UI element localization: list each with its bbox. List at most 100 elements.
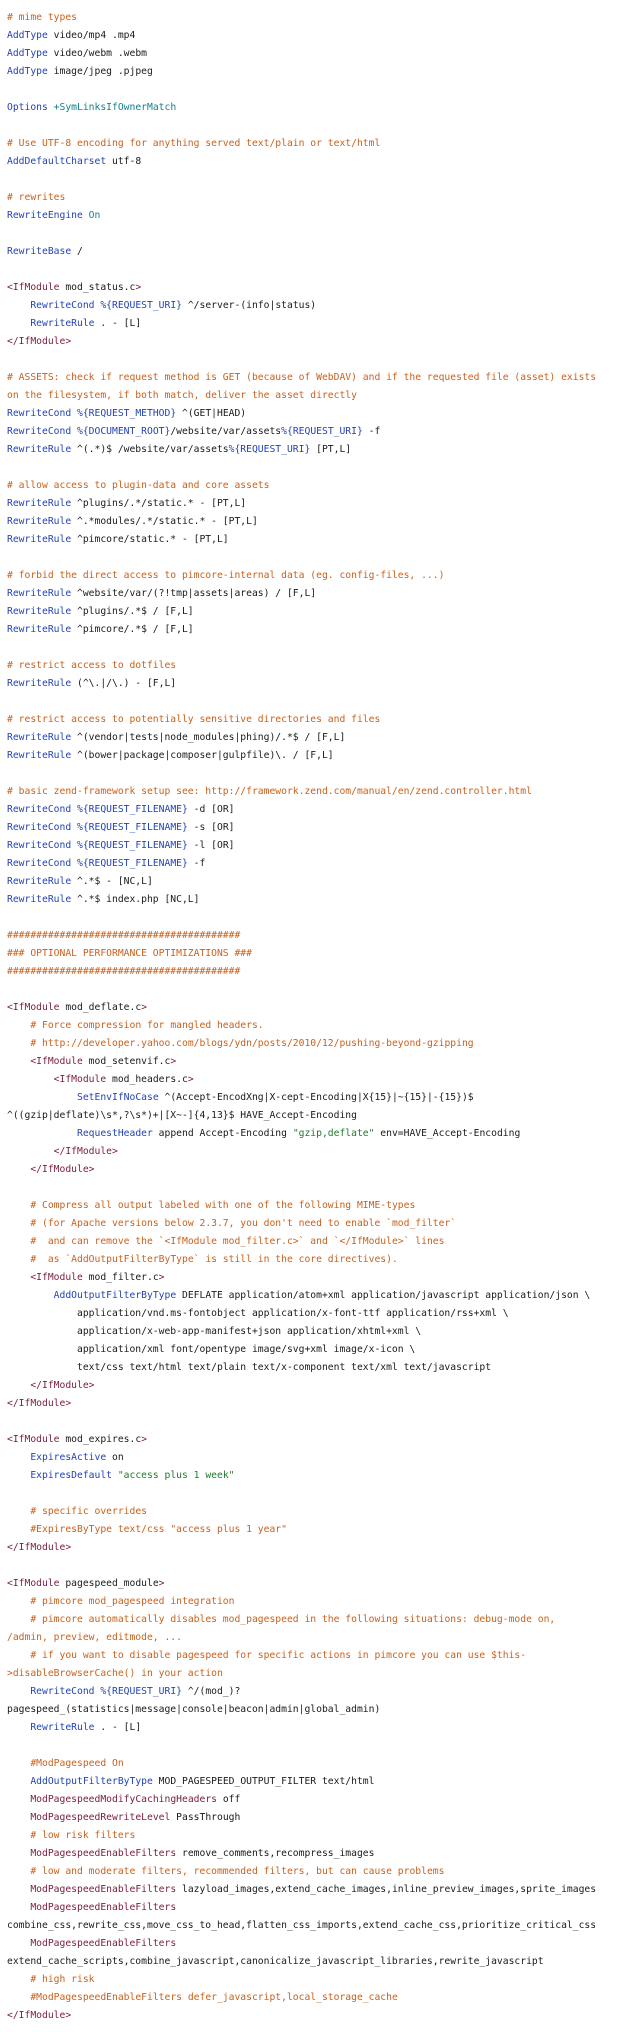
code-line: <IfModule mod_deflate.c> bbox=[7, 999, 619, 1017]
code-line: <IfModule mod_filter.c> bbox=[7, 1269, 619, 1287]
code-token-text: ^(bower|package|composer|gulpfile)\. / [… bbox=[71, 750, 334, 761]
code-token-tag: ModPagespeedEnableFilters bbox=[30, 1902, 177, 1913]
code-line: ######################################## bbox=[7, 963, 619, 981]
code-line: RewriteRule ^website/var/(?!tmp|assets|a… bbox=[7, 585, 619, 603]
code-token-text: -s [OR] bbox=[187, 822, 235, 833]
code-token-tag: > bbox=[141, 1002, 147, 1013]
code-token-comment: # pimcore mod_pagespeed integration bbox=[30, 1596, 235, 1607]
code-line: application/x-web-app-manifest+json appl… bbox=[7, 1323, 619, 1341]
code-token-comment: # http://developer.yahoo.com/blogs/ydn/p… bbox=[30, 1038, 474, 1049]
code-token-text: append Accept-Encoding bbox=[152, 1128, 293, 1139]
code-line: # ASSETS: check if request method is GET… bbox=[7, 369, 619, 387]
code-token-directive: AddType bbox=[7, 66, 48, 77]
code-token-directive: RewriteRule bbox=[7, 678, 72, 689]
code-line: # pimcore mod_pagespeed integration bbox=[7, 1593, 619, 1611]
code-token-text: application/xml font/opentype image/svg+… bbox=[7, 1344, 416, 1355]
code-line: RewriteRule ^(.*)$ /website/var/assets%{… bbox=[7, 441, 619, 459]
code-token-tag: ModPagespeedEnableFilters bbox=[30, 1848, 177, 1859]
code-line: application/vnd.ms-fontobject applicatio… bbox=[7, 1305, 619, 1323]
code-line: AddType image/jpeg .pjpeg bbox=[7, 63, 619, 81]
code-line: RewriteRule . - [L] bbox=[7, 315, 619, 333]
code-token-text: ^plugins/.*$ / [F,L] bbox=[71, 606, 194, 617]
code-line: RewriteRule ^.*modules/.*/static.* - [PT… bbox=[7, 513, 619, 531]
code-token-text: mod_setenvif.c bbox=[82, 1056, 171, 1067]
code-token-variable: %{REQUEST_URI} bbox=[281, 426, 363, 437]
code-line: #ModPagespeedEnableFilters defer_javascr… bbox=[7, 1989, 619, 2007]
code-line: ModPagespeedModifyCachingHeaders off bbox=[7, 1791, 619, 1809]
code-line: # as `AddOutputFilterByType` is still in… bbox=[7, 1251, 619, 1269]
code-token-tag: ModPagespeedRewriteLevel bbox=[30, 1812, 171, 1823]
code-token-tag: > bbox=[187, 1074, 194, 1085]
code-line: ModPagespeedEnableFilters remove_comment… bbox=[7, 1845, 619, 1863]
code-token-comment: # specific overrides bbox=[30, 1506, 147, 1517]
code-line: ExpiresActive on bbox=[7, 1449, 619, 1467]
code-token-text: ^.*$ index.php [NC,L] bbox=[71, 894, 200, 905]
code-token-comment: # forbid the direct access to pimcore-in… bbox=[7, 570, 445, 581]
code-token-directive: RewriteCond bbox=[7, 858, 72, 869]
code-line: <IfModule mod_status.c> bbox=[7, 279, 619, 297]
code-token-text: ^(GET|HEAD) bbox=[176, 408, 247, 419]
code-line: # specific overrides bbox=[7, 1503, 619, 1521]
code-token-tag: <IfModule bbox=[7, 282, 60, 293]
code-token-directive: RewriteRule bbox=[7, 534, 72, 545]
code-token-directive: AddOutputFilterByType bbox=[30, 1776, 153, 1787]
code-token-comment: # Compress all output labeled with one o… bbox=[30, 1200, 416, 1211]
code-token-variable: %{REQUEST_URI} bbox=[228, 444, 311, 455]
code-line: AddOutputFilterByType DEFLATE applicatio… bbox=[7, 1287, 619, 1305]
code-token-comment: # restrict access to potentially sensiti… bbox=[7, 714, 381, 725]
code-line: # and can remove the `<IfModule mod_filt… bbox=[7, 1233, 619, 1251]
code-token-text: ^.*modules/.*/static.* - [PT,L] bbox=[71, 516, 258, 527]
code-token-directive: RewriteRule bbox=[7, 894, 72, 905]
code-token-text: video/webm .webm bbox=[47, 48, 147, 59]
code-line: RewriteCond %{REQUEST_METHOD} ^(GET|HEAD… bbox=[7, 405, 619, 423]
code-token-directive: RewriteCond bbox=[7, 408, 72, 419]
code-token-comment: # restrict access to dotfiles bbox=[7, 660, 177, 671]
code-token-comment: # basic zend-framework setup see: http:/… bbox=[7, 786, 532, 797]
code-token-comment: /admin, preview, editmode, ... bbox=[7, 1632, 182, 1643]
code-token-text: ^.*$ - [NC,L] bbox=[71, 876, 153, 887]
code-token-comment: # Force compression for mangled headers. bbox=[30, 1020, 264, 1031]
code-line: RewriteRule ^(bower|package|composer|gul… bbox=[7, 747, 619, 765]
code-token-directive: RewriteEngine bbox=[7, 210, 83, 221]
code-line: ModPagespeedEnableFilters bbox=[7, 1935, 619, 1953]
code-line: </IfModule> bbox=[7, 1143, 619, 1161]
code-token-directive: RewriteCond bbox=[30, 300, 95, 311]
code-token-directive: RewriteCond bbox=[7, 804, 72, 815]
code-token-text: utf-8 bbox=[106, 156, 142, 167]
code-line: <IfModule mod_setenvif.c> bbox=[7, 1053, 619, 1071]
code-line: RewriteRule ^pimcore/static.* - [PT,L] bbox=[7, 531, 619, 549]
code-line: ModPagespeedEnableFilters bbox=[7, 1899, 619, 1917]
code-token-text: MOD_PAGESPEED_OUTPUT_FILTER text/html bbox=[152, 1776, 375, 1787]
code-line: # low and moderate filters, recommended … bbox=[7, 1863, 619, 1881]
code-token-text: ^pimcore/.*$ / [F,L] bbox=[71, 624, 194, 635]
code-token-text: /website/var/assets bbox=[170, 426, 282, 437]
code-token-directive: RewriteRule bbox=[7, 876, 72, 887]
code-token-directive: RequestHeader bbox=[77, 1128, 153, 1139]
code-token-comment: ######################################## bbox=[7, 930, 241, 941]
code-token-tag: > bbox=[158, 1272, 165, 1283]
code-token-variable: %{REQUEST_FILENAME} bbox=[77, 804, 188, 815]
code-token-tag: <IfModule bbox=[30, 1056, 83, 1067]
code-token-text: combine_css,rewrite_css,move_css_to_head… bbox=[7, 1920, 597, 1931]
code-token-text: lazyload_images,extend_cache_images,inli… bbox=[176, 1884, 597, 1895]
